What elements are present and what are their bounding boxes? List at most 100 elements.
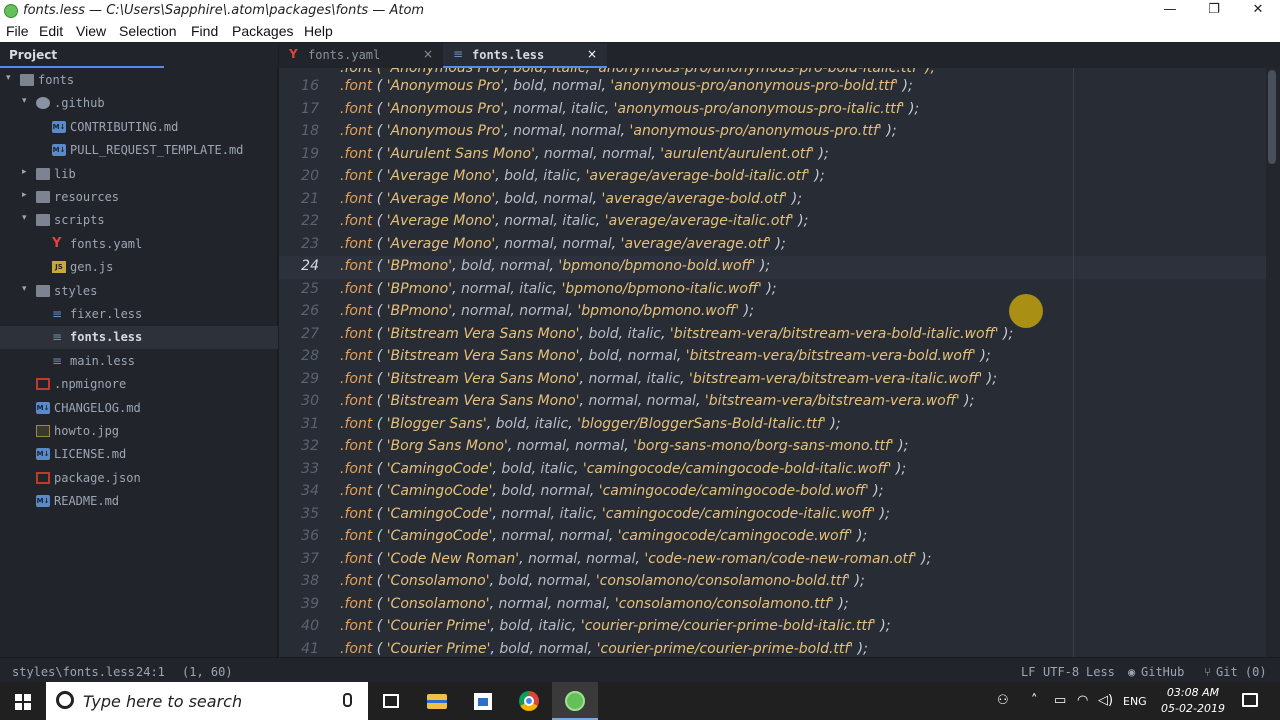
tree-item[interactable]: ▾ styles [0,280,278,303]
line-number[interactable]: 40 [279,618,319,634]
code-line[interactable]: 24 .font ( 'BPmono', bold, normal, 'bpmon… [279,256,1266,279]
status-cursor-position[interactable]: 24:1 [136,665,165,679]
code-line[interactable]: 30 .font ( 'Bitstream Vera Sans Mono', no… [279,391,1266,414]
menu-packages[interactable]: Packages [232,23,293,39]
code-line[interactable]: 39 .font ( 'Consolamono', normal, normal,… [279,594,1266,617]
tree-item[interactable]: ▾ scripts [0,209,278,232]
line-number[interactable]: 30 [279,393,319,409]
tree-item[interactable]: ▸ lib [0,163,278,186]
line-number[interactable]: 25 [279,281,319,297]
project-tab[interactable]: Project [0,43,164,68]
taskbar-search-box[interactable]: Type here to search [46,682,368,720]
status-file-path[interactable]: styles\fonts.less [12,665,135,679]
line-number[interactable]: 38 [279,573,319,589]
chevron-down-icon[interactable]: ▾ [22,213,27,223]
menu-help[interactable]: Help [304,23,333,39]
close-icon[interactable]: × [423,47,433,61]
tree-item[interactable]: M↓ README.md [0,490,278,513]
code-line[interactable]: 23 .font ( 'Average Mono', normal, normal… [279,234,1266,257]
line-number[interactable]: 28 [279,348,319,364]
atom-taskbar-button[interactable] [552,682,598,720]
start-button[interactable] [0,682,46,720]
chevron-down-icon[interactable]: ▾ [22,96,27,106]
line-number[interactable]: 29 [279,371,319,387]
line-number[interactable]: 26 [279,303,319,319]
close-button[interactable]: ✕ [1236,0,1280,22]
task-view-button[interactable] [368,682,414,720]
tree-item[interactable]: ≡ fonts.less [0,326,278,350]
line-number[interactable]: 37 [279,551,319,567]
code-line[interactable]: 41 .font ( 'Courier Prime', bold, normal,… [279,639,1266,658]
line-number[interactable]: 17 [279,101,319,117]
tree-item[interactable]: ▾ fonts [0,69,278,92]
line-number[interactable]: 35 [279,506,319,522]
network-icon[interactable]: ◠ [1077,693,1088,708]
file-explorer-button[interactable] [414,682,460,720]
tree-item[interactable]: M↓ PULL_REQUEST_TEMPLATE.md [0,139,278,162]
tree-item[interactable]: package.json [0,467,278,490]
line-number[interactable]: 20 [279,168,319,184]
line-number[interactable]: 36 [279,528,319,544]
volume-icon[interactable]: ◁) [1098,693,1113,708]
code-line[interactable]: 18 .font ( 'Anonymous Pro', normal, norma… [279,121,1266,144]
code-editor[interactable]: .font ( 'Anonymous Pro', bold, italic, '… [279,68,1266,657]
chevron-down-icon[interactable]: ▾ [22,284,27,294]
line-number[interactable]: 21 [279,191,319,207]
line-number[interactable]: 32 [279,438,319,454]
code-line[interactable]: 26 .font ( 'BPmono', normal, normal, 'bpm… [279,301,1266,324]
status-grammar[interactable]: Less [1086,665,1115,679]
tree-item[interactable]: ≡ main.less [0,350,278,373]
line-number[interactable]: 23 [279,236,319,252]
tree-item[interactable]: .npmignore [0,373,278,396]
vertical-scrollbar[interactable] [1266,68,1280,657]
code-line[interactable]: 21 .font ( 'Average Mono', bold, normal, … [279,189,1266,212]
tree-item[interactable]: M↓ LICENSE.md [0,443,278,466]
chevron-up-icon[interactable]: ˄ [1031,693,1038,708]
chevron-down-icon[interactable]: ▾ [6,73,11,83]
close-icon[interactable]: × [587,47,597,61]
line-number[interactable]: 19 [279,146,319,162]
code-line[interactable]: 36 .font ( 'CamingoCode', normal, normal,… [279,526,1266,549]
tree-item[interactable]: Yfonts.yaml [0,233,278,256]
tree-item[interactable]: ▸ resources [0,186,278,209]
chevron-right-icon[interactable]: ▸ [22,167,27,177]
code-line[interactable]: 37 .font ( 'Code New Roman', normal, norm… [279,549,1266,572]
code-line[interactable]: 19 .font ( 'Aurulent Sans Mono', normal, … [279,144,1266,167]
status-encoding[interactable]: UTF-8 [1043,665,1079,679]
code-line[interactable]: 25 .font ( 'BPmono', normal, italic, 'bpm… [279,279,1266,302]
taskbar-clock[interactable]: 03:08 AM 05-02-2019 [1157,685,1229,717]
code-line[interactable]: 22 .font ( 'Average Mono', normal, italic… [279,211,1266,234]
line-number[interactable]: 31 [279,416,319,432]
line-number[interactable]: 22 [279,213,319,229]
tree-item[interactable]: M↓ CONTRIBUTING.md [0,116,278,139]
line-number[interactable]: 34 [279,483,319,499]
microphone-icon[interactable] [343,693,352,707]
line-number[interactable]: 27 [279,326,319,342]
code-line[interactable]: 32 .font ( 'Borg Sans Mono', normal, norm… [279,436,1266,459]
code-line[interactable]: 29 .font ( 'Bitstream Vera Sans Mono', no… [279,369,1266,392]
menu-file[interactable]: File [6,23,29,39]
tab-fonts-less[interactable]: ≡ fonts.less × [443,43,607,68]
store-button[interactable] [460,682,506,720]
tree-item[interactable]: JS gen.js [0,256,278,279]
maximize-button[interactable]: ❐ [1192,0,1236,22]
status-line-ending[interactable]: LF [1021,665,1035,679]
status-git[interactable]: Git (0) [1216,665,1267,679]
notification-icon[interactable] [1242,693,1258,707]
code-line[interactable]: 28 .font ( 'Bitstream Vera Sans Mono', bo… [279,346,1266,369]
code-line[interactable]: 34 .font ( 'CamingoCode', bold, normal, '… [279,481,1266,504]
code-line[interactable]: 35 .font ( 'CamingoCode', normal, italic,… [279,504,1266,527]
code-line[interactable]: 27 .font ( 'Bitstream Vera Sans Mono', bo… [279,324,1266,347]
line-number[interactable]: 33 [279,461,319,477]
menu-find[interactable]: Find [191,23,218,39]
battery-icon[interactable]: ▭ [1054,693,1066,708]
status-github[interactable]: GitHub [1141,665,1184,679]
code-line[interactable]: 33 .font ( 'CamingoCode', bold, italic, '… [279,459,1266,482]
scroll-thumb[interactable] [1268,70,1276,164]
menu-edit[interactable]: Edit [39,23,63,39]
tab-fonts-yaml[interactable]: Y fonts.yaml × [279,43,443,68]
line-number[interactable]: 24 [279,258,319,274]
tree-item[interactable]: M↓ CHANGELOG.md [0,397,278,420]
code-line[interactable]: 31 .font ( 'Blogger Sans', bold, italic, … [279,414,1266,437]
code-line[interactable]: 20 .font ( 'Average Mono', bold, italic, … [279,166,1266,189]
